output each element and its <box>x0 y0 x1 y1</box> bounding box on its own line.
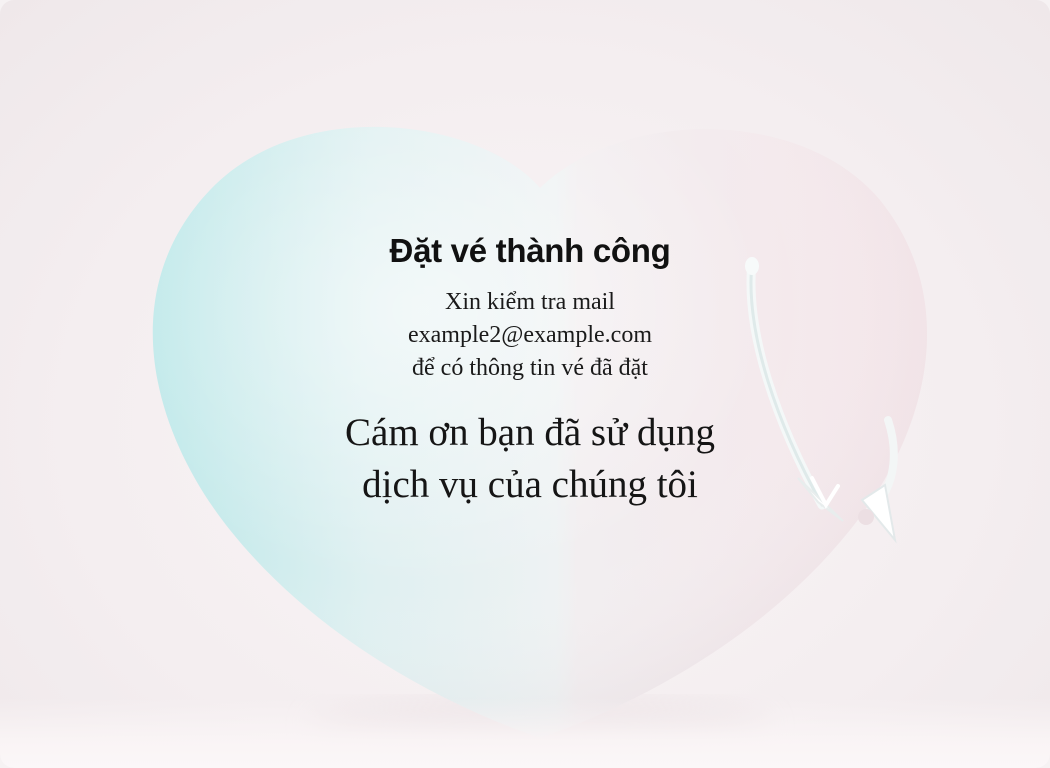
success-title: Đặt vé thành công <box>389 232 671 269</box>
floor-gradient <box>0 698 1050 768</box>
booking-success-screen: Đặt vé thành công Xin kiểm tra mail exam… <box>0 0 1050 768</box>
confirmation-message: Đặt vé thành công Xin kiểm tra mail exam… <box>250 232 810 511</box>
ticket-info-text: để có thông tin vé đã đặt <box>412 355 648 381</box>
thanks-line-2: dịch vụ của chúng tôi <box>362 463 698 506</box>
check-mail-text: Xin kiểm tra mail <box>445 289 615 315</box>
email-address: example2@example.com <box>407 322 652 348</box>
thank-you-message: Cám ơn bạn đã sử dụng dịch vụ của chúng … <box>250 407 810 511</box>
thanks-line-1: Cám ơn bạn đã sử dụng <box>345 411 715 454</box>
